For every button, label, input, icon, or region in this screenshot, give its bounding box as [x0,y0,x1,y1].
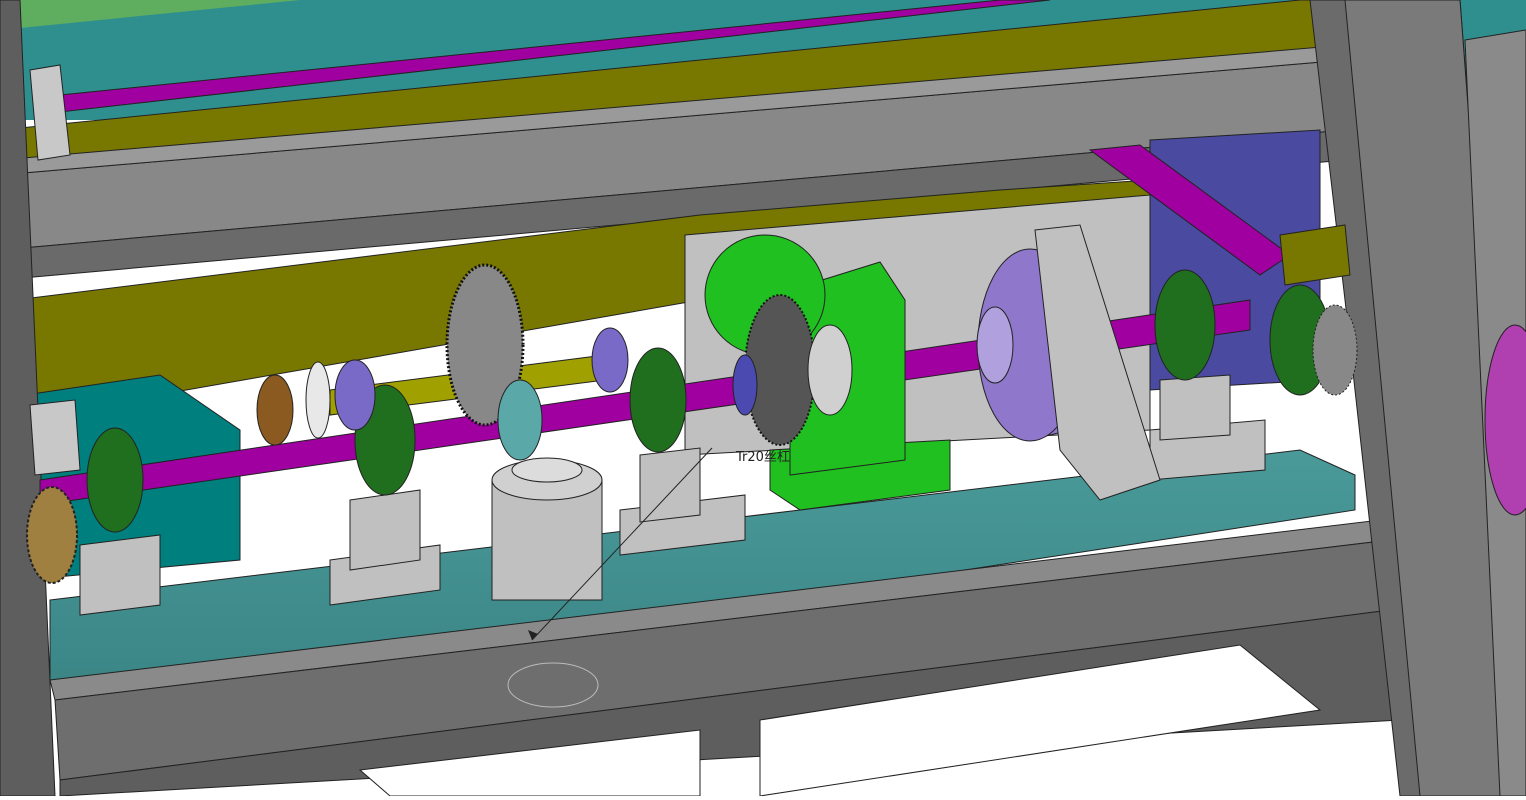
gray-bracket-left [29,399,81,476]
cad-assembly-drawing: Tr20丝杠 [0,0,1526,797]
gearbox-hub [807,324,853,416]
small-teal-gear [497,379,543,461]
blue-hub [732,354,758,416]
brown-hub [256,374,294,446]
white-disc [305,361,331,439]
cad-viewport[interactable]: Tr20丝杠 [0,0,1526,797]
lavender-flange-mid [591,327,629,393]
bearing-5 [1269,284,1358,396]
annotation-label: Tr20丝杠 [735,449,790,465]
bronze-gear [26,486,78,584]
gray-motor [491,457,603,601]
olive-bracket-right [1279,224,1351,286]
lavender-flange-left [334,359,376,431]
